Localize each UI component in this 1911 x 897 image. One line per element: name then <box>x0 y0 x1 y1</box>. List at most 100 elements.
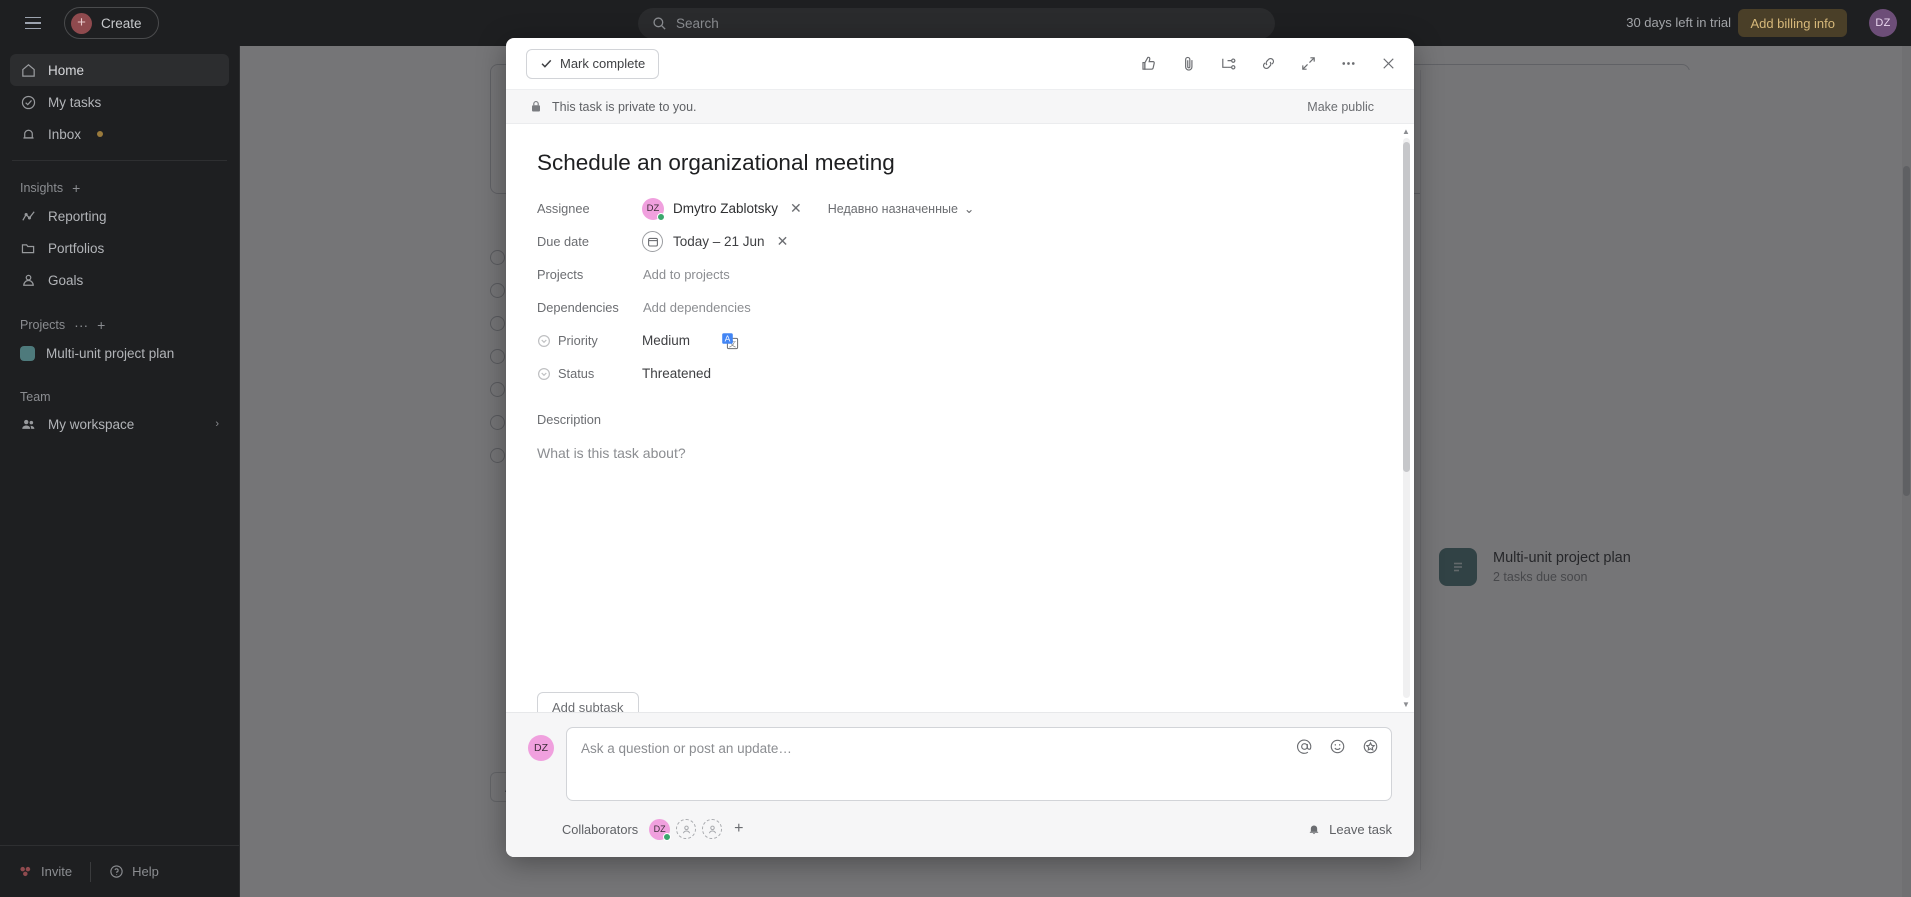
leave-task-button[interactable]: Leave task <box>1307 822 1392 837</box>
mention-icon[interactable] <box>1296 738 1313 755</box>
folder-icon <box>21 243 35 253</box>
projects-more-icon[interactable]: ··· <box>74 317 88 333</box>
assignee-filter-dropdown[interactable]: Недавно назначенные ⌄ <box>827 201 975 217</box>
goal-icon <box>23 274 34 286</box>
sidebar-item-my-workspace[interactable]: My workspace › <box>10 408 229 440</box>
remove-assignee-button[interactable]: ✕ <box>788 200 804 217</box>
collaborator-placeholder-avatar[interactable] <box>676 819 697 839</box>
invite-label: Invite <box>41 864 73 879</box>
create-button-label: Create <box>101 15 142 31</box>
add-collaborator-button[interactable]: + <box>734 820 743 838</box>
comment-input[interactable]: Ask a question or post an update… <box>566 727 1392 801</box>
avatar-initials: DZ <box>646 203 660 214</box>
invite-button[interactable]: Invite <box>18 864 72 879</box>
check-icon <box>541 59 552 68</box>
sidebar-item-portfolios[interactable]: Portfolios <box>10 232 229 264</box>
sidebar-item-label: Inbox <box>48 126 82 142</box>
status-text[interactable]: Threatened <box>642 366 711 381</box>
due-date-label: Due date <box>537 234 589 249</box>
priority-label-text: Priority <box>558 333 598 348</box>
priority-value: Medium 文 A <box>642 331 740 351</box>
sidebar: Home My tasks Inbox Insights + Reporting… <box>0 46 240 897</box>
custom-field-icon <box>537 334 551 347</box>
sidebar-item-label: Reporting <box>48 208 107 224</box>
hamburger-icon[interactable] <box>16 6 50 40</box>
scroll-up-icon[interactable]: ▲ <box>1401 126 1411 137</box>
more-icon[interactable] <box>1339 54 1358 73</box>
due-date-value: Today – 21 Jun ✕ <box>642 231 790 252</box>
assignee-value: DZ Dmytro Zablotsky ✕ Недавно назначенны… <box>642 197 975 221</box>
sidebar-item-label: My tasks <box>48 94 102 110</box>
scroll-down-icon[interactable]: ▼ <box>1401 699 1411 710</box>
collaborator-avatar[interactable]: DZ <box>649 818 672 841</box>
online-status-dot <box>657 212 665 221</box>
assignee-chip[interactable]: DZ Dmytro Zablotsky <box>642 197 779 221</box>
add-project-icon[interactable]: + <box>97 317 105 333</box>
mark-complete-button[interactable]: Mark complete <box>526 48 660 79</box>
add-insight-icon[interactable]: + <box>72 180 80 196</box>
person-icon <box>682 825 690 833</box>
sticker-icon[interactable] <box>1362 738 1379 755</box>
google-translate-icon[interactable]: 文 A <box>720 331 740 351</box>
sidebar-item-goals[interactable]: Goals <box>10 264 229 296</box>
divider <box>90 861 92 882</box>
bell-icon <box>23 129 34 139</box>
assignee-name: Dmytro Zablotsky <box>673 201 779 216</box>
link-icon[interactable] <box>1259 54 1278 73</box>
avatar-initials: DZ <box>653 824 666 834</box>
description-label: Description <box>537 412 602 427</box>
field-row-status: Status Threatened <box>530 357 1390 390</box>
help-button[interactable]: Help <box>109 864 159 879</box>
sidebar-item-label: Home <box>48 62 85 78</box>
close-icon[interactable] <box>1379 54 1398 73</box>
sidebar-item-label: Portfolios <box>48 240 105 256</box>
modal-scrollbar[interactable]: ▲ ▼ <box>1401 124 1411 712</box>
projects-header-label: Projects <box>20 318 66 332</box>
assignee-filter-label: Недавно назначенные <box>827 201 958 216</box>
project-color-swatch <box>20 345 35 361</box>
description-input[interactable]: What is this task about? <box>537 445 1390 461</box>
emoji-icon[interactable] <box>1329 738 1346 755</box>
add-subtask-button[interactable]: Add subtask <box>537 692 639 712</box>
priority-label: Priority <box>530 333 642 348</box>
sidebar-item-inbox[interactable]: Inbox <box>10 118 229 150</box>
sidebar-item-my-tasks[interactable]: My tasks <box>10 86 229 118</box>
add-dependencies-button[interactable]: Add dependencies <box>642 300 751 315</box>
add-billing-info-button[interactable]: Add billing info <box>1738 9 1847 37</box>
comment-toolbar <box>1296 738 1379 755</box>
privacy-banner: This task is private to you. Make public <box>506 90 1414 124</box>
avatar[interactable]: DZ <box>1869 9 1897 37</box>
help-label: Help <box>132 864 159 879</box>
comment-composer: DZ Ask a question or post an update… <box>506 712 1414 801</box>
insights-header-label: Insights <box>20 181 64 195</box>
bell-icon <box>1309 825 1319 835</box>
mark-complete-label: Mark complete <box>560 56 646 71</box>
chevron-right-icon[interactable]: › <box>215 418 219 430</box>
comment-avatar: DZ <box>528 735 554 761</box>
sidebar-item-multi-unit-project-plan[interactable]: Multi-unit project plan <box>10 337 229 369</box>
modal-scrollbar-thumb[interactable] <box>1403 142 1410 472</box>
remove-due-date-button[interactable]: ✕ <box>775 233 791 250</box>
privacy-text: This task is private to you. <box>552 99 697 114</box>
add-to-projects-button[interactable]: Add to projects <box>642 267 730 282</box>
search-input[interactable]: Search <box>638 8 1275 39</box>
sidebar-item-reporting[interactable]: Reporting <box>10 200 229 232</box>
task-fields-scroll-area: Schedule an organizational meeting Assig… <box>506 124 1414 712</box>
assignee-avatar: DZ <box>642 197 665 221</box>
sidebar-item-home[interactable]: Home <box>10 54 229 86</box>
invite-icon <box>20 866 31 877</box>
like-icon[interactable] <box>1139 54 1158 73</box>
expand-icon[interactable] <box>1299 54 1318 73</box>
sidebar-item-label: Multi-unit project plan <box>46 345 175 361</box>
due-date-text[interactable]: Today – 21 Jun <box>673 234 765 249</box>
online-status-dot <box>663 832 672 841</box>
field-row-dependencies: Dependencies Add dependencies <box>530 291 1390 324</box>
collaborator-placeholder-avatar[interactable] <box>702 819 723 839</box>
field-row-projects: Projects Add to projects <box>530 258 1390 291</box>
subtask-icon[interactable] <box>1219 54 1238 73</box>
priority-text[interactable]: Medium <box>642 333 690 348</box>
make-public-button[interactable]: Make public <box>1307 100 1374 114</box>
create-button[interactable]: + Create <box>64 7 159 39</box>
paperclip-icon[interactable] <box>1179 54 1198 73</box>
task-title[interactable]: Schedule an organizational meeting <box>537 150 1390 176</box>
